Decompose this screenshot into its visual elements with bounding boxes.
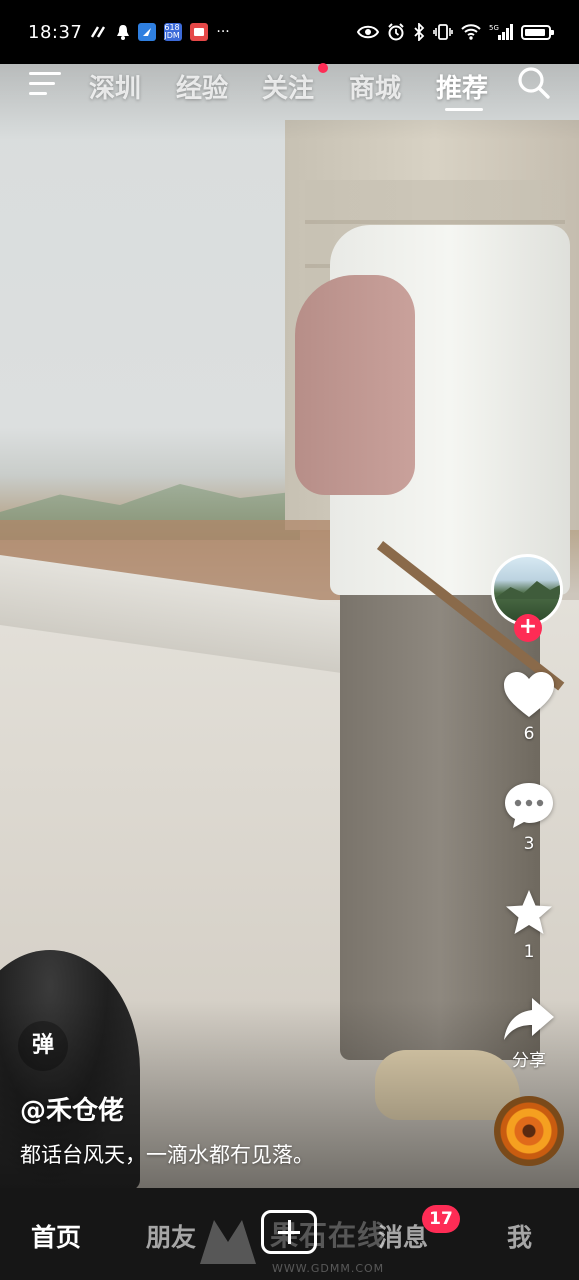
more-dots: ··· — [216, 24, 230, 40]
tab-recommended[interactable]: 推荐 — [436, 68, 488, 105]
status-time: 18:37 — [28, 21, 83, 43]
tab-shenzhen[interactable]: 深圳 — [89, 68, 141, 105]
bluetooth-icon — [413, 23, 425, 41]
status-bar-right: 5G — [357, 23, 554, 41]
battery-icon — [521, 24, 554, 40]
wifi-icon — [461, 23, 481, 41]
app-icon — [138, 23, 157, 41]
star-icon — [506, 890, 552, 934]
watermark-logo — [200, 1220, 256, 1264]
messages-badge: 17 — [422, 1205, 460, 1233]
link-icon — [90, 23, 108, 41]
watermark-url: WWW.GDMM.COM — [272, 1262, 385, 1275]
heart-icon — [504, 672, 554, 717]
share-label: 分享 — [512, 1051, 546, 1071]
share-button[interactable]: 分享 — [489, 996, 569, 1071]
follow-button[interactable]: + — [514, 614, 542, 642]
network-type-label: 5G — [489, 24, 499, 32]
status-bar: 18:37 618 JDM ··· 5G — [0, 0, 579, 64]
cellular-signal-icon: 5G — [489, 23, 513, 41]
favorite-button[interactable]: 1 — [489, 888, 569, 962]
worker-sleeve — [295, 275, 415, 495]
tab-mall[interactable]: 商城 — [349, 68, 401, 105]
comment-button[interactable]: 3 — [489, 780, 569, 854]
danmu-toggle-button[interactable]: 弹 — [18, 1021, 68, 1071]
active-tab-indicator — [445, 108, 483, 111]
like-button[interactable]: 6 — [489, 670, 569, 744]
search-icon[interactable] — [517, 66, 551, 100]
share-arrow-icon — [504, 998, 554, 1040]
vibrate-icon — [433, 23, 453, 41]
menu-icon[interactable] — [29, 72, 61, 96]
following-notification-dot — [318, 63, 328, 73]
alarm-icon — [387, 23, 405, 41]
tab-experience[interactable]: 经验 — [176, 68, 228, 105]
video-description: 都话台风天，一滴水都冇见落。 — [20, 1143, 314, 1167]
watermark-text: 果石在线 — [270, 1219, 387, 1252]
eye-icon — [357, 23, 379, 41]
nav-home[interactable]: 首页 — [31, 1218, 81, 1254]
music-disc[interactable] — [494, 1096, 564, 1166]
status-bar-left: 18:37 618 JDM ··· — [28, 22, 230, 43]
app-red-icon — [190, 23, 209, 41]
danmu-label: 弹 — [31, 1033, 54, 1058]
jdm-app-icon: 618 JDM — [164, 23, 183, 41]
author-name[interactable]: @禾仓佬 — [20, 1090, 124, 1127]
favorite-count: 1 — [523, 942, 535, 962]
watermark: 果石在线 WWW.GDMM.COM — [196, 1206, 396, 1276]
comment-icon — [505, 783, 553, 828]
nav-me[interactable]: 我 — [507, 1218, 532, 1254]
tab-following[interactable]: 关注 — [262, 68, 314, 105]
bell-icon — [116, 23, 130, 41]
nav-friends[interactable]: 朋友 — [146, 1218, 196, 1254]
comment-count: 3 — [523, 834, 535, 854]
like-count: 6 — [523, 724, 535, 744]
